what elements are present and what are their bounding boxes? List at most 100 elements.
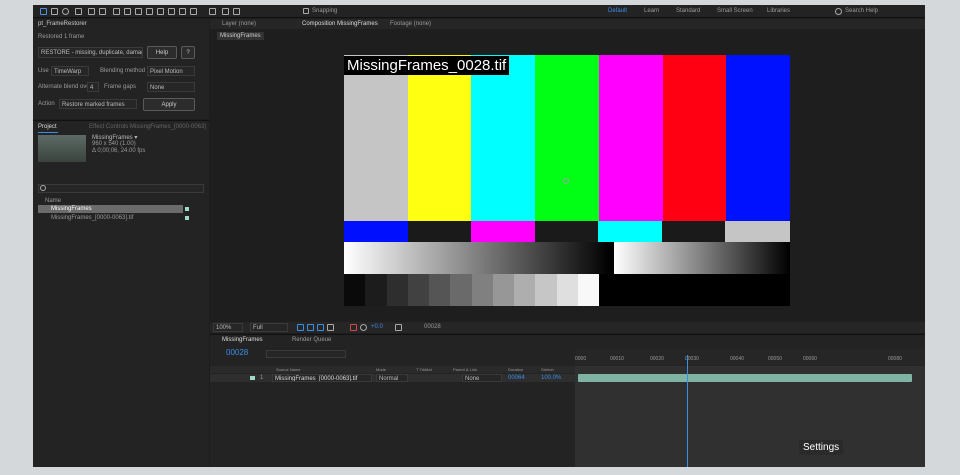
time-ruler[interactable]: 0000 00010 00020 00030 00040 00050 00060 00080 xyxy=(575,349,925,365)
search-help-field[interactable]: Search Help xyxy=(845,8,878,14)
col-name-header[interactable]: Name xyxy=(45,198,61,204)
header-duration[interactable]: Duration xyxy=(508,367,523,372)
layer-number: 1 xyxy=(260,375,264,381)
project-tab[interactable]: Project xyxy=(38,124,57,130)
layer-row[interactable]: 1 MissingFrames_[0000-0063].tif Normal N… xyxy=(210,374,575,382)
header-parent[interactable]: Parent & Link xyxy=(453,367,477,372)
layer-parent-dropdown[interactable]: None xyxy=(462,374,502,382)
effect-controls-tab[interactable]: Effect Controls MissingFrames_[0000-0063… xyxy=(89,124,206,130)
layer-duration[interactable]: 00064 xyxy=(508,375,525,381)
project-tab-underline xyxy=(38,132,58,133)
gaps-label: Frame gaps xyxy=(104,84,137,90)
header-stretch[interactable]: Stretch xyxy=(541,367,554,372)
viewer-tabs: Layer (none) Composition MissingFrames F… xyxy=(210,19,925,29)
effect-subtitle: Restored 1 frame xyxy=(38,34,85,40)
tab-footage[interactable]: Footage (none) xyxy=(390,21,431,27)
hand-tool-icon[interactable] xyxy=(51,8,58,15)
effect-title: pt_FrameRestorer xyxy=(38,21,87,27)
text-tool-icon[interactable] xyxy=(135,8,142,15)
tab-layer[interactable]: Layer (none) xyxy=(222,21,256,27)
render-queue-tab[interactable]: Render Queue xyxy=(292,337,331,343)
blend-dropdown[interactable]: Pixel Motion xyxy=(147,66,195,76)
ruler-tick-label: 0000 xyxy=(575,356,587,362)
timeline-search-input[interactable] xyxy=(266,350,346,358)
thumb-name: MissingFrames ▾ xyxy=(92,135,138,141)
exposure-icon[interactable] xyxy=(360,324,367,331)
project-search-input[interactable] xyxy=(38,184,204,193)
help-button[interactable]: Help xyxy=(147,46,177,59)
pan-tool-icon[interactable] xyxy=(99,8,106,15)
use-dropdown[interactable]: TimeWarp xyxy=(51,66,89,76)
color-bar xyxy=(471,55,536,221)
layer-stretch[interactable]: 100.0% xyxy=(541,375,561,381)
exposure-value[interactable]: +0.0 xyxy=(371,324,383,330)
workspace-default[interactable]: Default xyxy=(608,8,627,14)
layer-bar[interactable] xyxy=(578,374,912,382)
gaps-dropdown[interactable]: None xyxy=(147,82,195,92)
ruler-tick-label: 00050 xyxy=(768,356,782,362)
ruler-tick-label: 00080 xyxy=(888,356,902,362)
middle-color-bars xyxy=(344,221,790,242)
extra-tool-icon[interactable] xyxy=(209,8,216,15)
camera-tool-icon[interactable] xyxy=(88,8,95,15)
alternate-label: Alternate blend over xyxy=(38,84,92,90)
workspace-standard[interactable]: Standard xyxy=(676,8,700,14)
workspace-learn[interactable]: Learn xyxy=(644,8,659,14)
extra-tool-icon-2[interactable] xyxy=(222,8,229,15)
header-mode[interactable]: Mode xyxy=(376,367,386,372)
layer-mode-dropdown[interactable]: Normal xyxy=(376,374,408,382)
apply-button[interactable]: Apply xyxy=(143,98,195,111)
color-mgmt-icon[interactable] xyxy=(350,324,357,331)
channel-icon[interactable] xyxy=(327,324,334,331)
select-tool-icon[interactable] xyxy=(40,8,47,15)
mask-tool-icon[interactable] xyxy=(113,8,120,15)
grid-icon[interactable] xyxy=(307,324,314,331)
comp-chip[interactable]: MissingFrames xyxy=(217,32,264,40)
workspace-small-screen[interactable]: Small Screen xyxy=(717,8,753,14)
roto-tool-icon[interactable] xyxy=(179,8,186,15)
clone-tool-icon[interactable] xyxy=(157,8,164,15)
puppet-tool-icon[interactable] xyxy=(190,8,197,15)
list-item-name[interactable]: MissingFrames_[0000-0063].tif xyxy=(51,215,133,221)
zoom-tool-icon[interactable] xyxy=(62,8,69,15)
layer-name[interactable]: MissingFrames_[0000-0063].tif xyxy=(272,374,372,382)
search-icon[interactable] xyxy=(835,8,842,15)
brush-tool-icon[interactable] xyxy=(146,8,153,15)
header-trkmat[interactable]: T TrkMat xyxy=(416,367,432,372)
action-dropdown[interactable]: Restore marked frames xyxy=(59,99,137,109)
snapping-checkbox[interactable] xyxy=(303,8,309,14)
zoom-dropdown[interactable]: 100% xyxy=(213,323,243,332)
playhead[interactable] xyxy=(687,355,688,467)
layer-label-chip[interactable] xyxy=(250,376,255,380)
question-button[interactable]: ? xyxy=(181,46,195,59)
header-source-name[interactable]: Source Name xyxy=(276,367,300,372)
gray-steps xyxy=(344,274,599,306)
alternate-input[interactable]: 4 xyxy=(87,82,99,92)
thumb-info-size: 960 x 540 (1.00) xyxy=(92,141,136,147)
region-icon[interactable] xyxy=(297,324,304,331)
rotate-tool-icon[interactable] xyxy=(75,8,82,15)
ruler-tick-label: 00020 xyxy=(650,356,664,362)
mask-vis-icon[interactable] xyxy=(317,324,324,331)
extra-tool-icon-3[interactable] xyxy=(233,8,240,15)
color-bars-image: MissingFrames_0028.tif xyxy=(344,55,791,306)
ruler-tick-label: 00010 xyxy=(610,356,624,362)
list-item-name: MissingFrames xyxy=(51,206,92,212)
tab-composition[interactable]: Composition MissingFrames xyxy=(302,21,378,27)
label-color-chip xyxy=(185,207,189,211)
color-bar xyxy=(344,55,409,221)
ruler-tick-label: 00060 xyxy=(803,356,817,362)
eraser-tool-icon[interactable] xyxy=(168,8,175,15)
mode-dropdown[interactable]: RESTORE - missing, duplicate, damaged xyxy=(38,47,143,58)
search-icon xyxy=(40,185,46,191)
quality-dropdown[interactable]: Full xyxy=(250,323,288,332)
gradient-ramp-left xyxy=(344,242,611,274)
pen-tool-icon[interactable] xyxy=(124,8,131,15)
blend-label: Blending method xyxy=(100,68,146,74)
action-label: Action xyxy=(38,101,55,107)
timeline-tab[interactable]: MissingFrames xyxy=(222,337,263,343)
viewer-timecode[interactable]: 00028 xyxy=(424,324,441,330)
current-time[interactable]: 00028 xyxy=(226,348,248,357)
snapshot-icon[interactable] xyxy=(395,324,402,331)
workspace-libraries[interactable]: Libraries xyxy=(767,8,790,14)
